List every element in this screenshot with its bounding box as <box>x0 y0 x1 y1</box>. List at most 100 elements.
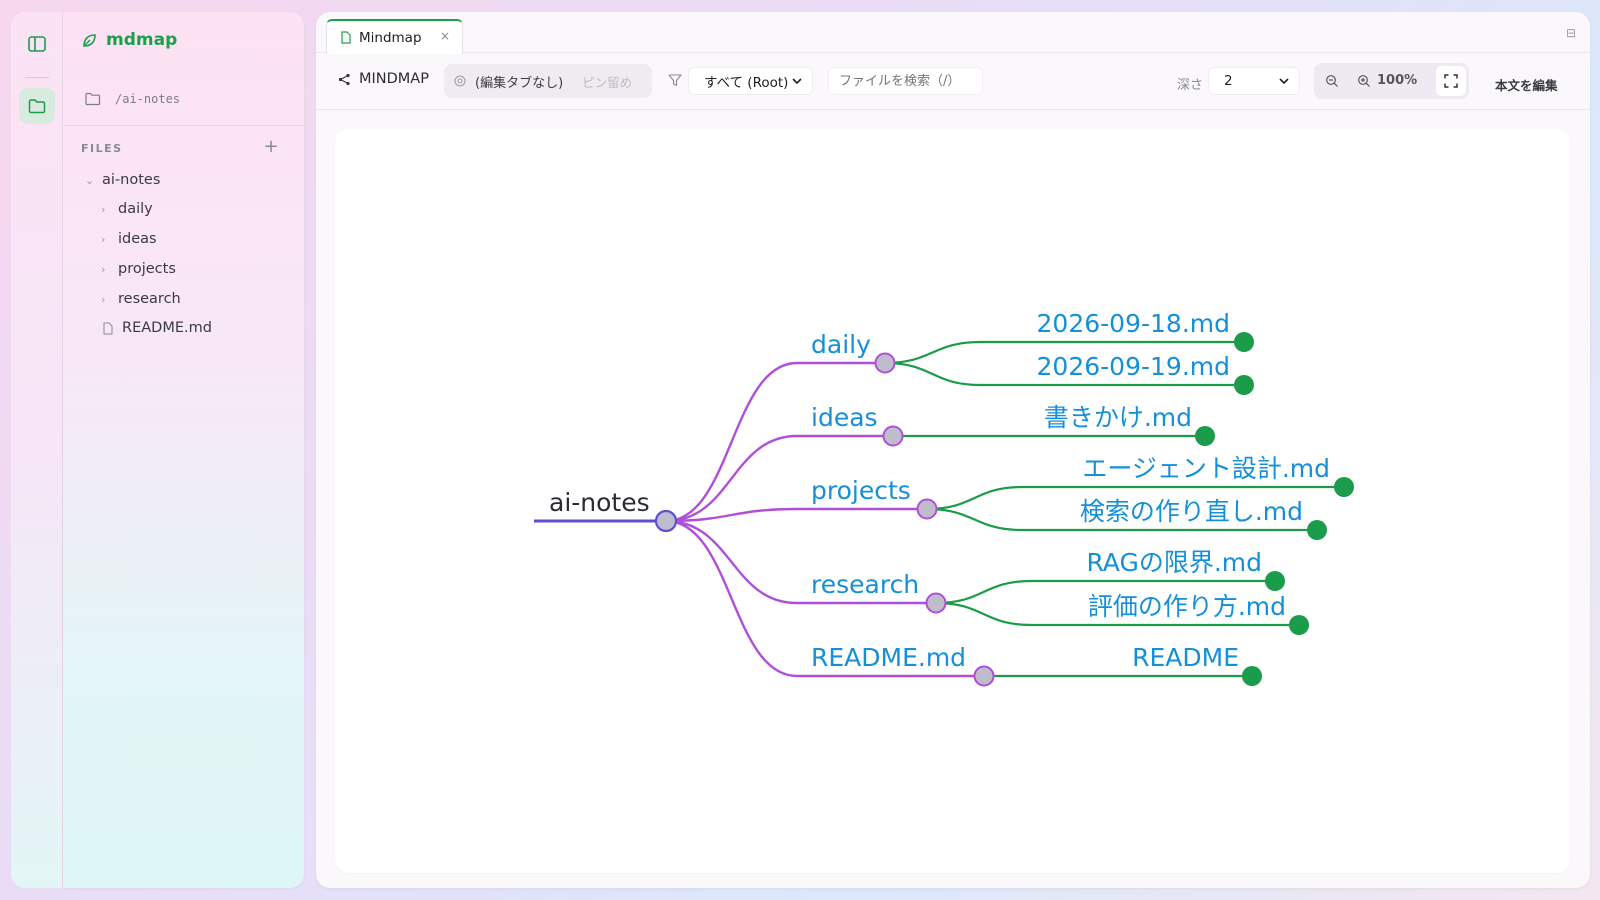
leaf-node <box>1265 571 1285 591</box>
branch-node <box>882 425 904 447</box>
mindmap-leaf-label[interactable]: 評価の作り方.md <box>1088 592 1286 621</box>
file-icon <box>103 322 113 334</box>
edit-tab-status: (編集タブなし) <box>475 75 564 91</box>
mindmap-canvas[interactable]: ai-notes daily 2026-09-18.md 2026-09-19.md i… <box>335 129 1570 873</box>
tree-item-label: README.md <box>122 320 212 336</box>
tree-item-readme[interactable]: README.md <box>103 320 212 336</box>
mindmap-branch-label[interactable]: ideas <box>811 403 878 432</box>
root-node <box>654 509 678 533</box>
files-heading: FILES <box>81 142 123 155</box>
chevron-right-icon: › <box>101 202 106 216</box>
tree-item-ideas[interactable]: › ideas <box>101 231 157 247</box>
tree-item-ai-notes[interactable]: ⌄ ai-notes <box>85 172 160 188</box>
file-search-input[interactable] <box>828 67 983 95</box>
main-panel: Mindmap × ⊟ MINDMAP (編集タブなし) ピン留め すべて (R… <box>316 12 1590 888</box>
filter-icon[interactable] <box>668 72 682 91</box>
branch-node <box>916 498 938 520</box>
tree-item-daily[interactable]: › daily <box>101 201 153 217</box>
zoom-in-button[interactable] <box>1354 71 1374 91</box>
edit-tab-pill[interactable]: (編集タブなし) ピン留め <box>444 64 652 98</box>
leaf-node <box>1334 477 1354 497</box>
mindmap-leaf-label[interactable]: README <box>1132 643 1239 672</box>
chevron-right-icon: › <box>101 232 106 246</box>
leaf-node <box>1195 426 1215 446</box>
close-icon[interactable]: × <box>440 29 450 43</box>
zoom-out-icon <box>1326 75 1338 87</box>
share-nodes-icon <box>338 73 350 85</box>
brand: mdmap <box>81 30 177 50</box>
mindmap-leaf-label[interactable]: 2026-09-18.md <box>1037 309 1230 338</box>
folder-icon <box>85 92 101 106</box>
branch-node <box>925 592 947 614</box>
branch-connector <box>665 361 798 523</box>
sidebar-divider <box>63 125 304 126</box>
fullscreen-button[interactable] <box>1436 66 1466 96</box>
mindmap-branch-label[interactable]: README.md <box>811 643 966 672</box>
leaf-node <box>1242 666 1262 686</box>
file-icon <box>341 31 351 44</box>
branch-connector <box>665 519 798 605</box>
mindmap-leaf-label[interactable]: 書きかけ.md <box>1044 403 1192 432</box>
tree-item-research[interactable]: › research <box>101 291 181 307</box>
mindmap-leaf-label[interactable]: 検索の作り直し.md <box>1080 497 1303 526</box>
mindmap-branch-label[interactable]: research <box>811 570 919 599</box>
leaf-connector <box>926 485 1023 511</box>
leaf-connector <box>926 507 1023 532</box>
scope-select[interactable]: すべて (Root) <box>688 67 813 95</box>
folder-icon <box>28 99 46 114</box>
leaf-node <box>1234 332 1254 352</box>
tree-item-label: research <box>118 291 181 307</box>
leaf-connector <box>935 579 1032 605</box>
branch-node <box>973 665 995 687</box>
tree-item-label: ideas <box>118 231 157 247</box>
edit-body-button[interactable]: 本文を編集 <box>1495 75 1558 94</box>
chevron-right-icon: › <box>101 262 106 276</box>
tab-bar: Mindmap × ⊟ <box>316 12 1590 54</box>
branch-node <box>874 352 896 374</box>
split-view-icon[interactable]: ⊟ <box>1566 26 1576 40</box>
leaf-connector <box>884 361 981 387</box>
leaf-node <box>1289 615 1309 635</box>
mindmap-svg: ai-notes daily 2026-09-18.md 2026-09-19.md i… <box>534 309 1354 687</box>
depth-select-value: 2 <box>1224 73 1233 89</box>
mindmap-mode-label: MINDMAP <box>338 71 429 87</box>
mindmap-branch-label[interactable]: daily <box>811 330 871 359</box>
tree-item-label: daily <box>118 201 153 217</box>
activity-rail <box>11 12 63 888</box>
explorer-button[interactable] <box>19 88 55 124</box>
mindmap-root-label[interactable]: ai-notes <box>549 488 650 517</box>
zoom-in-icon <box>1358 75 1370 87</box>
tab-mindmap[interactable]: Mindmap × <box>326 19 463 54</box>
mindmap-leaf-label[interactable]: RAGの限界.md <box>1086 548 1262 577</box>
tree-item-projects[interactable]: › projects <box>101 261 176 277</box>
pin-button[interactable]: ピン留め <box>582 72 632 91</box>
chevron-right-icon: › <box>101 292 106 306</box>
zoom-percent: 100% <box>1377 73 1418 88</box>
mindmap-branch-label[interactable]: projects <box>811 476 911 505</box>
target-icon <box>454 75 466 87</box>
fullscreen-icon <box>1444 74 1458 88</box>
sidebar-toggle-button[interactable] <box>19 26 55 62</box>
add-file-button[interactable]: + <box>262 137 280 157</box>
tree-item-label: projects <box>118 261 176 277</box>
branch-connector <box>665 519 798 678</box>
scope-select-value: すべて (Root) <box>704 75 789 91</box>
mindmap-leaf-label[interactable]: 2026-09-19.md <box>1037 352 1230 381</box>
mindmap-leaf-label[interactable]: エージェント設計.md <box>1082 454 1330 483</box>
workspace-path[interactable]: /ai-notes <box>85 92 180 106</box>
chevron-down-icon: ⌄ <box>85 173 95 187</box>
leaf-node <box>1307 520 1327 540</box>
zoom-out-button[interactable] <box>1322 71 1342 91</box>
app-name: mdmap <box>106 30 178 50</box>
mindmap-label: MINDMAP <box>359 71 429 87</box>
tab-title: Mindmap <box>359 29 422 46</box>
chevron-down-icon <box>792 77 802 84</box>
leaf-node <box>1234 375 1254 395</box>
leaf-icon <box>83 33 96 47</box>
file-sidebar: mdmap /ai-notes FILES + ⌄ ai-notes › dai… <box>63 12 304 888</box>
depth-select[interactable]: 2 <box>1208 67 1300 95</box>
zoom-controls: 100% <box>1314 63 1469 99</box>
depth-label: 深さ <box>1177 78 1204 93</box>
chevron-down-icon <box>1279 77 1289 84</box>
tree-item-label: ai-notes <box>102 172 161 188</box>
